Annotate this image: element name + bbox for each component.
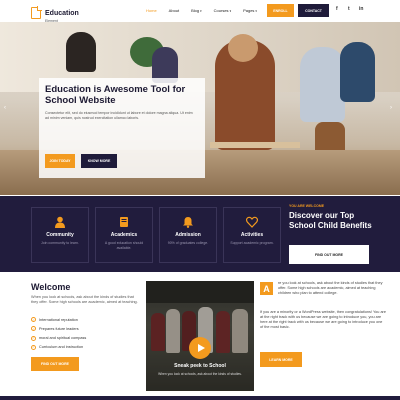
facebook-icon[interactable]: f: [336, 6, 338, 12]
check-icon: ✓: [31, 317, 36, 322]
hero-title: Education is Awesome Tool for School Web…: [45, 84, 186, 106]
chevron-right-icon[interactable]: ›: [390, 105, 392, 111]
nav-item-blog[interactable]: Blog▾: [191, 8, 202, 13]
nav-label: Pages: [243, 8, 255, 13]
footer-strip: [0, 396, 400, 400]
heart-icon: [246, 216, 258, 228]
feature-card-academics[interactable]: Academics A good education should availa…: [95, 207, 153, 263]
welcome-description: When you look at schools, ask about the …: [31, 295, 138, 304]
document-icon: [31, 6, 42, 20]
video-thumbnail[interactable]: Sneak peek to School When you look at sc…: [146, 281, 254, 391]
twitter-icon[interactable]: t: [348, 6, 350, 12]
feature-desc: A good education should available.: [104, 241, 144, 250]
benefits-checklist: ✓ International reputation ✓ Prepares futu…: [31, 317, 86, 354]
person-icon: [55, 216, 65, 228]
nav-label: About: [168, 8, 180, 13]
feature-desc: 90% of graduates college.: [167, 241, 209, 245]
list-item-label: International reputation: [39, 317, 78, 322]
list-item: ✓ Curriculum and instruction: [31, 344, 86, 350]
feature-desc: Support academic program.: [230, 241, 274, 245]
site-logo[interactable]: Education Element: [31, 3, 79, 24]
chevron-down-icon: ▾: [229, 9, 232, 13]
list-item-label: moral and spiritual compass: [39, 336, 87, 341]
hero-card: Education is Awesome Tool for School Web…: [39, 78, 205, 178]
feature-desc: Join community to learn.: [41, 241, 79, 245]
main-nav: Home About Blog▾ Courses▾ Pages▾: [146, 8, 269, 13]
list-item: ✓ International reputation: [31, 317, 86, 322]
body-paragraph: If you are a minority or a WordPress web…: [260, 310, 386, 329]
video-description: When you look at schools, ask about the …: [158, 372, 242, 376]
feature-title: Community: [46, 232, 74, 238]
list-item: ✓ moral and spiritual compass: [31, 335, 87, 341]
join-today-button[interactable]: JOIN TODAY: [45, 154, 75, 168]
nav-label: Blog: [191, 8, 200, 13]
find-out-more-button[interactable]: FIND OUT MORE: [289, 245, 369, 264]
play-button[interactable]: [189, 337, 211, 359]
page: Education Element Home About Blog▾ Cours…: [0, 0, 400, 400]
book-icon: [120, 217, 128, 227]
hero-buttons: JOIN TODAY KNOW MORE: [45, 154, 117, 168]
check-icon: ✓: [31, 344, 36, 350]
student-shape: [300, 47, 345, 122]
dropcap: A: [260, 282, 273, 295]
nav-item-courses[interactable]: Courses▾: [214, 8, 231, 13]
hero-text: Consectetur elit, sed do eiusmod tempor …: [45, 111, 193, 120]
feature-card-activities[interactable]: Activities Support academic program.: [223, 207, 281, 263]
contact-button[interactable]: CONTACT: [298, 4, 329, 17]
welcome-find-out-more-button[interactable]: FIND OUT MORE: [31, 357, 79, 371]
feature-title: Academics: [110, 232, 138, 238]
chevron-left-icon[interactable]: ‹: [4, 105, 6, 111]
list-item: ✓ Prepares future leaders: [31, 326, 86, 332]
feature-title: Activities: [240, 232, 264, 238]
nav-item-about[interactable]: About: [169, 8, 179, 13]
enroll-button[interactable]: ENROLL: [267, 4, 294, 17]
logo-title: Education: [45, 10, 79, 17]
instagram-icon[interactable]: in: [359, 6, 363, 12]
site-header: Education Element Home About Blog▾ Cours…: [0, 0, 400, 24]
student-shape: [66, 32, 96, 72]
video-title: Sneak peek to School: [174, 363, 226, 369]
know-more-button[interactable]: KNOW MORE: [81, 154, 117, 168]
check-icon: ✓: [31, 335, 36, 341]
nav-label: Home: [146, 8, 157, 13]
list-item-label: Curriculum and instruction: [39, 345, 84, 350]
chevron-down-icon: ▾: [200, 9, 202, 13]
chevron-down-icon: ▾: [255, 9, 257, 13]
feature-card-community[interactable]: Community Join community to learn.: [31, 207, 89, 263]
welcome-tag: YOU ARE WELCOME: [289, 204, 325, 208]
nav-item-pages[interactable]: Pages▾: [243, 8, 257, 13]
hero-section: Education is Awesome Tool for School Web…: [0, 22, 400, 195]
feature-card-admission[interactable]: Admission 90% of graduates college.: [159, 207, 217, 263]
learn-more-button[interactable]: LEARN MORE: [260, 352, 302, 367]
nav-item-home[interactable]: Home: [146, 8, 157, 13]
band-title: Discover our Top School Child Benefits: [289, 211, 372, 230]
welcome-title: Welcome: [31, 282, 71, 292]
feature-title: Admission: [175, 232, 201, 238]
list-item-label: Prepares future leaders: [39, 326, 79, 331]
intro-paragraph: re you look at schools, ask about the ki…: [278, 281, 383, 295]
desk-shape: [210, 142, 300, 148]
student-head-shape: [228, 34, 258, 62]
nav-label: Courses: [213, 8, 229, 13]
bell-icon: [183, 217, 193, 228]
check-icon: ✓: [31, 326, 36, 332]
student-shape: [340, 42, 375, 102]
